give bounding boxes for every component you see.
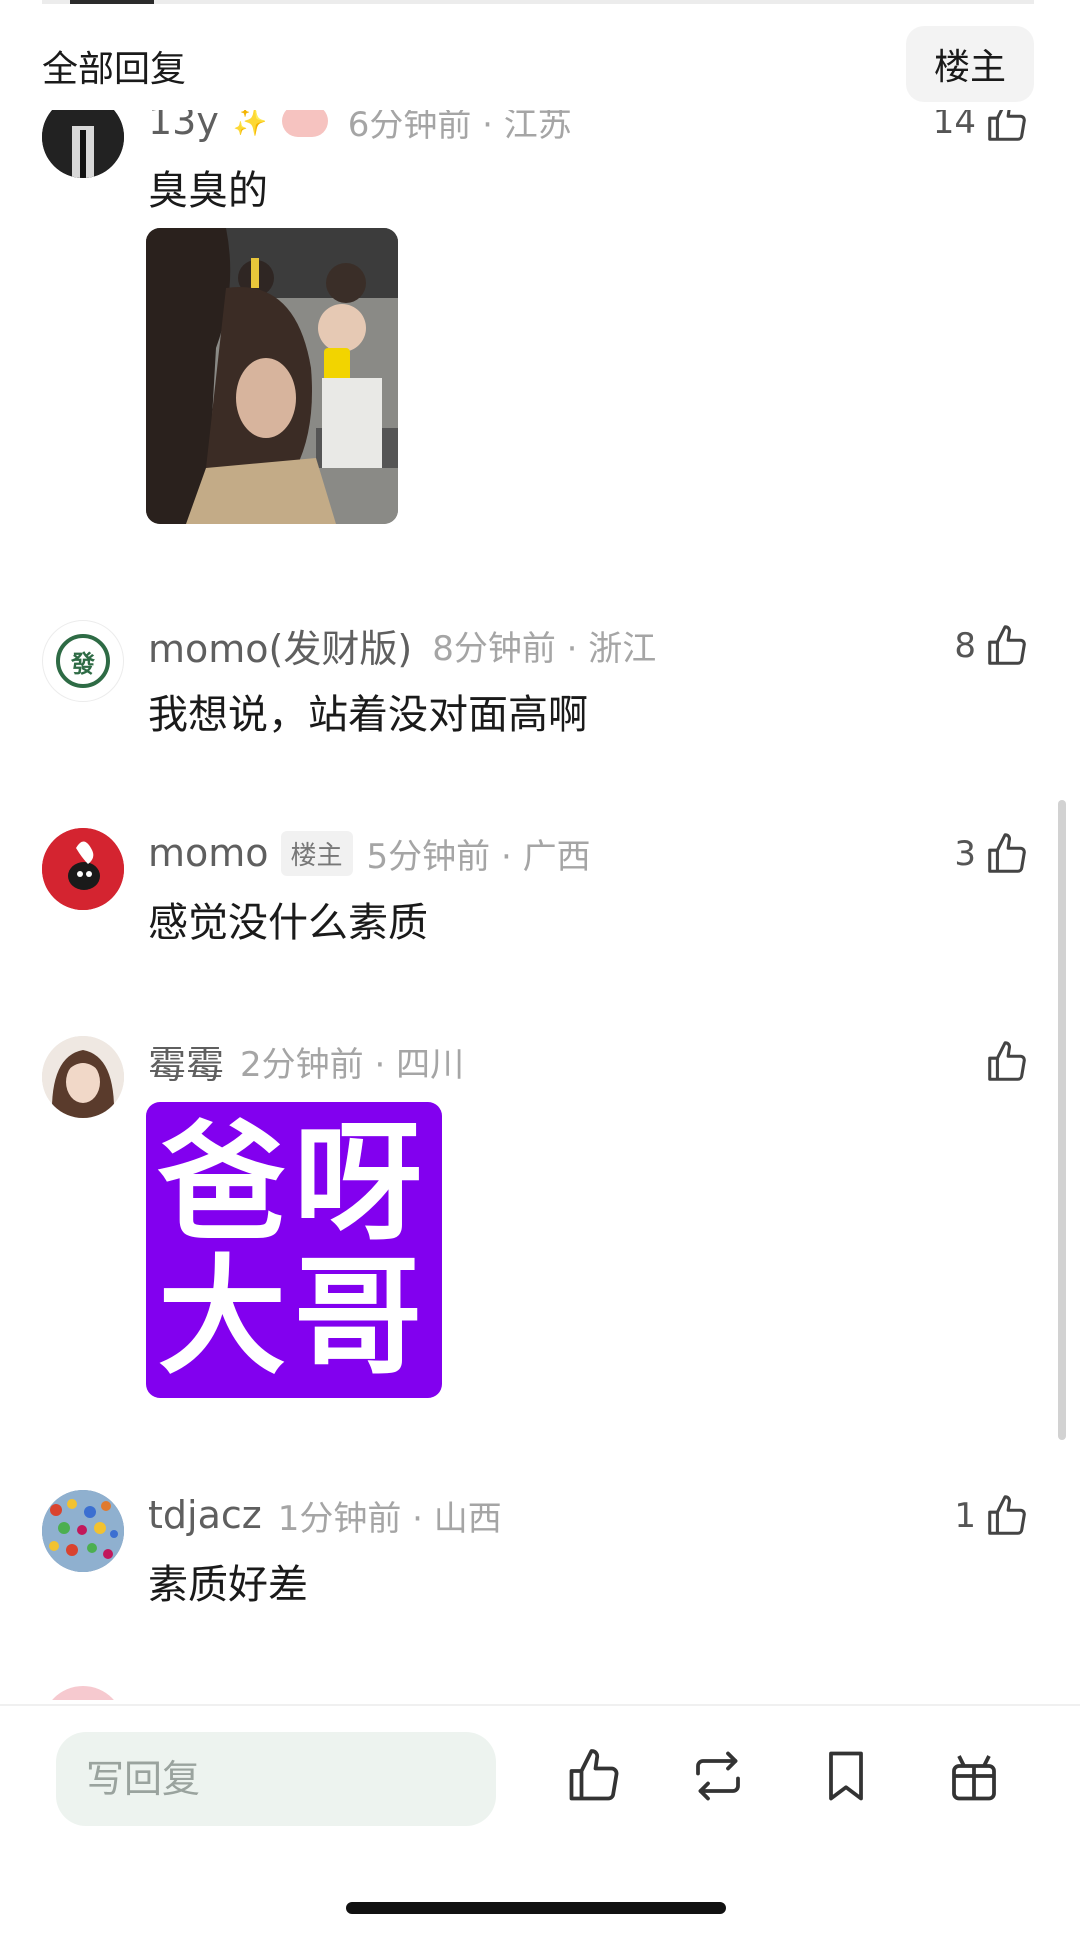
username[interactable]: 霉霉 — [148, 1034, 224, 1089]
like-count: 1 — [954, 1496, 976, 1536]
repost-icon[interactable] — [688, 1746, 748, 1806]
comment-list[interactable]: 13y ✨ 6分钟前 · 江苏 14 臭臭的 發 momo(发财版) 8分钟前 … — [0, 0, 1080, 1700]
thumbs-up-icon — [988, 1495, 1026, 1535]
comment-time: 5分钟前 · 广西 — [366, 836, 591, 877]
comment-meta: momo(发财版) 8分钟前 · 浙江 — [148, 618, 657, 673]
comment-meta: momo 楼主 5分钟前 · 广西 — [148, 828, 591, 878]
sticker-image[interactable]: 爸呀 大哥 — [146, 1102, 442, 1398]
like-button[interactable]: 3 — [954, 826, 1030, 882]
like-count: 3 — [954, 834, 976, 874]
thumbs-up-icon — [988, 625, 1026, 665]
reply-input[interactable] — [56, 1732, 496, 1826]
username[interactable]: tdjacz — [148, 1493, 262, 1537]
comment-text: 素质好差 — [148, 1562, 308, 1608]
username[interactable]: momo(发财版) — [148, 618, 412, 673]
comment-text: 感觉没什么素质 — [148, 900, 428, 946]
comment-time: 8分钟前 · 浙江 — [432, 628, 657, 669]
comment-text: 臭臭的 — [148, 168, 268, 214]
avatar[interactable] — [42, 1686, 124, 1700]
op-filter-button[interactable]: 楼主 — [906, 26, 1034, 102]
thumbs-up-icon — [988, 1041, 1026, 1081]
thumbs-up-icon — [988, 833, 1026, 873]
bottom-action-bar — [0, 1704, 1080, 1950]
avatar[interactable] — [42, 1490, 124, 1572]
avatar[interactable] — [42, 828, 124, 910]
replies-header: 全部回复 楼主 — [0, 18, 1080, 110]
comment-meta: tdjacz 1分钟前 · 山西 — [148, 1490, 502, 1540]
username[interactable]: momo — [148, 831, 269, 875]
comment-time: 2分钟前 · 四川 — [240, 1044, 465, 1085]
avatar[interactable]: 發 — [42, 620, 124, 702]
like-button[interactable] — [976, 1034, 1030, 1090]
header-title: 全部回复 — [42, 49, 187, 90]
avatar[interactable] — [42, 1036, 124, 1118]
scrollbar[interactable] — [1058, 800, 1066, 1440]
comment-time: 1分钟前 · 山西 — [277, 1498, 502, 1539]
fa-glyph-icon: 發 — [71, 649, 95, 678]
home-indicator — [346, 1902, 726, 1914]
op-tag: 楼主 — [280, 830, 353, 876]
bookmark-icon[interactable] — [816, 1746, 876, 1806]
gift-icon[interactable] — [944, 1746, 1004, 1806]
sticker-line-2: 大哥 — [158, 1243, 431, 1392]
comment-meta: 霉霉 2分钟前 · 四川 — [148, 1034, 465, 1089]
like-count: 8 — [954, 626, 976, 666]
like-button[interactable]: 8 — [954, 618, 1030, 674]
sticker-line-1: 爸呀 — [158, 1109, 431, 1258]
comment-photo[interactable] — [146, 228, 398, 524]
thumbs-up-icon[interactable] — [564, 1746, 624, 1806]
comment-text: 我想说，站着没对面高啊 — [148, 692, 588, 738]
like-button[interactable]: 1 — [954, 1488, 1030, 1544]
